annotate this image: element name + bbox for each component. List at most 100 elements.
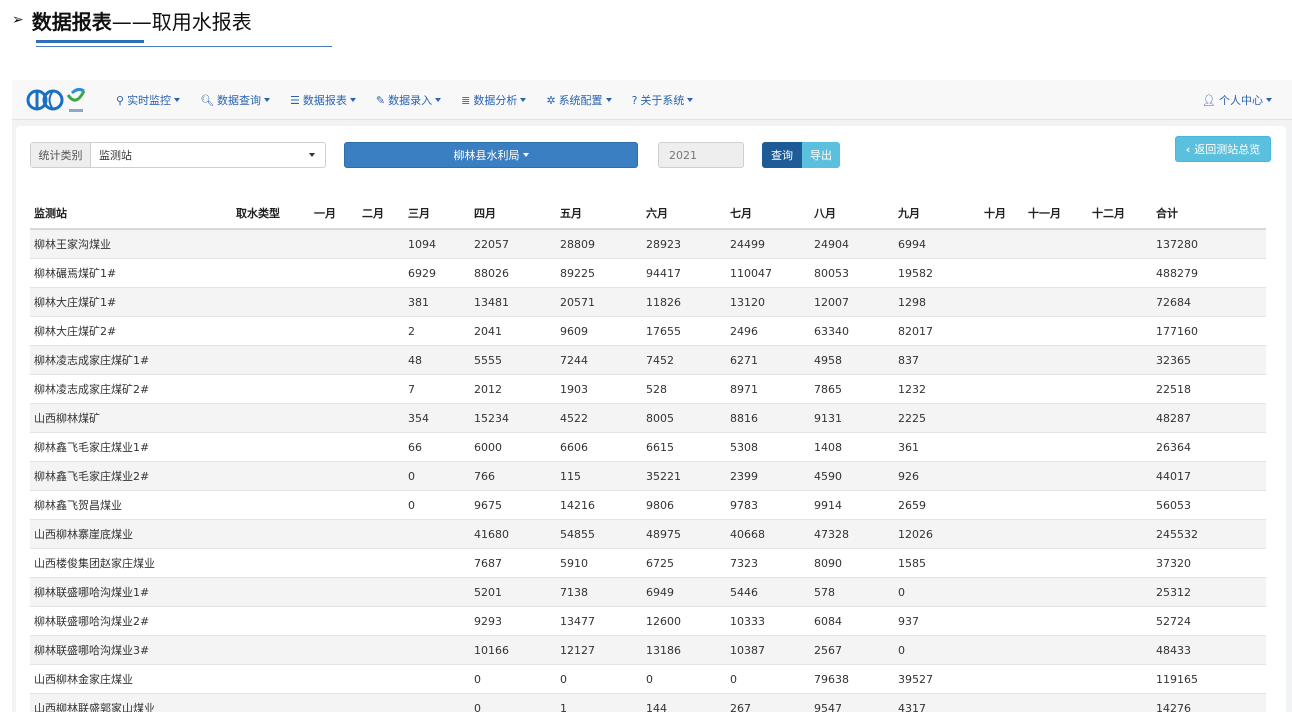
chevron-down-icon [349,98,356,102]
table-cell: 52724 [1156,614,1191,628]
table-cell: 2225 [898,411,926,425]
table-cell: 6615 [646,440,674,454]
nav-menu: ⚲ 实时监控 🔍︎ 数据查询 ☰ 数据报表 ✎ 数据录入 ≣ 数据分析 ✲ 系统配置 ? 关于系统 [116,80,713,120]
table-row: 柳林大庄煤矿1# 381 13481 20571 11826 13120 12007 1298… [30,288,1266,317]
table-cell: 578 [814,585,835,599]
table-cell: 柳林鑫飞毛家庄煤业2# [34,470,150,483]
table-cell: 0 [474,701,481,712]
table-cell: 12007 [814,295,849,309]
edit-icon: ✎ [375,93,386,107]
table-cell: 14276 [1156,701,1191,712]
table-cell: 9783 [730,498,758,512]
table-cell: 13120 [730,295,765,309]
table-cell: 5308 [730,440,758,454]
top-navbar: ⚲ 实时监控 🔍︎ 数据查询 ☰ 数据报表 ✎ 数据录入 ≣ 数据分析 ✲ 系统配置 ? 关于系统 👤︎ … [12,80,1292,120]
table-cell: 0 [408,498,415,512]
table-cell: 115 [560,469,581,483]
column-header: 十二月 [1092,207,1125,220]
table-cell: 28923 [646,237,681,251]
user-center-menu[interactable]: 👤︎ 个人中心 [1202,80,1272,120]
table-cell: 837 [898,353,919,367]
column-header: 十月 [984,207,1006,220]
table-cell: 2567 [814,643,842,657]
column-header: 十一月 [1028,207,1061,220]
map-marker-icon: ⚲ [116,93,125,107]
table-cell: 6000 [474,440,502,454]
year-input[interactable]: 2021 [658,142,744,168]
table-cell: 0 [898,585,905,599]
table-cell: 1408 [814,440,842,454]
table-cell: 24499 [730,237,765,251]
table-cell: 25312 [1156,585,1191,599]
table-cell: 40668 [730,527,765,541]
app-window: ⚲ 实时监控 🔍︎ 数据查询 ☰ 数据报表 ✎ 数据录入 ≣ 数据分析 ✲ 系统配置 ? 关于系统 👤︎ … [12,80,1292,712]
table-cell: 13481 [474,295,509,309]
back-to-overview-button[interactable]: ‹ 返回测站总览 [1175,136,1271,162]
table-row: 柳林大庄煤矿2# 2 2041 9609 17655 2496 63340 82017 1771… [30,317,1266,346]
nav-item-label: 实时监控 [127,94,172,107]
table-cell: 2012 [474,382,502,396]
table-cell: 山西柳林寨崖底煤业 [34,528,133,541]
user-icon: 👤︎ [1202,93,1216,107]
table-row: 柳林碾焉煤矿1# 6929 88026 89225 94417 110047 80053 19… [30,259,1266,288]
table-cell: 5910 [560,556,588,570]
table-cell: 5201 [474,585,502,599]
table-cell: 32365 [1156,353,1191,367]
table-cell: 937 [898,614,919,628]
nav-item-1[interactable]: 🔍︎ 数据查询 [200,92,271,108]
column-header: 六月 [646,207,668,220]
table-cell: 22057 [474,237,509,251]
table-cell: 14216 [560,498,595,512]
nav-item-3[interactable]: ✎ 数据录入 [375,92,442,108]
table-cell: 82017 [898,324,933,338]
table-cell: 0 [646,672,653,686]
user-center-label: 个人中心 [1219,94,1263,107]
chevron-down-icon [605,98,612,102]
chevron-down-icon [264,98,271,102]
category-filter: 统计类别 监测站 [30,142,326,168]
table-cell: 9293 [474,614,502,628]
table-cell: 144 [646,701,667,712]
nav-item-label: 关于系统 [640,94,685,107]
table-cell: 1585 [898,556,926,570]
table-cell: 381 [408,295,429,309]
list-icon: ☰ [290,93,300,107]
nav-item-2[interactable]: ☰ 数据报表 [290,92,356,108]
table-cell: 22518 [1156,382,1191,396]
table-cell: 63340 [814,324,849,338]
category-select[interactable]: 监测站 [91,143,325,167]
table-cell: 柳林鑫飞毛家庄煤业1# [34,441,150,454]
query-button[interactable]: 查询 [762,142,802,168]
bureau-dropdown-button[interactable]: 柳林县水利局 [344,142,638,168]
nav-item-5[interactable]: ✲ 系统配置 [546,92,612,108]
bar-list-icon: ≣ [461,93,471,107]
table-cell: 1 [560,701,567,712]
table-cell: 4522 [560,411,588,425]
table-cell: 80053 [814,266,849,280]
nav-item-0[interactable]: ⚲ 实时监控 [116,92,181,108]
column-header: 七月 [730,207,752,220]
logo-icon[interactable] [26,85,92,115]
table-row: 柳林联盛哪哈沟煤业3# 10166 12127 13186 10387 2567 0 4843… [30,636,1266,665]
category-label: 统计类别 [31,143,91,167]
column-header: 五月 [560,207,582,220]
nav-item-label: 数据报表 [302,94,347,107]
table-cell: 9131 [814,411,842,425]
table-cell: 6084 [814,614,842,628]
column-header: 合计 [1156,207,1178,220]
column-header: 八月 [814,207,836,220]
nav-item-6[interactable]: ? 关于系统 [632,92,694,108]
table-cell: 0 [898,643,905,657]
table-cell: 12026 [898,527,933,541]
export-button[interactable]: 导出 [802,142,840,168]
table-cell: 2041 [474,324,502,338]
table-row: 山西楼俊集团赵家庄煤业 7687 5910 6725 7323 8090 1585 37320 [30,549,1266,578]
chevron-down-icon [309,153,315,157]
table-cell: 7244 [560,353,588,367]
table-cell: 7865 [814,382,842,396]
table-cell: 6606 [560,440,588,454]
table-cell: 柳林凌志成家庄煤矿2# [34,383,150,396]
column-header: 一月 [314,207,336,220]
table-cell: 66 [408,440,422,454]
nav-item-4[interactable]: ≣ 数据分析 [461,92,527,108]
